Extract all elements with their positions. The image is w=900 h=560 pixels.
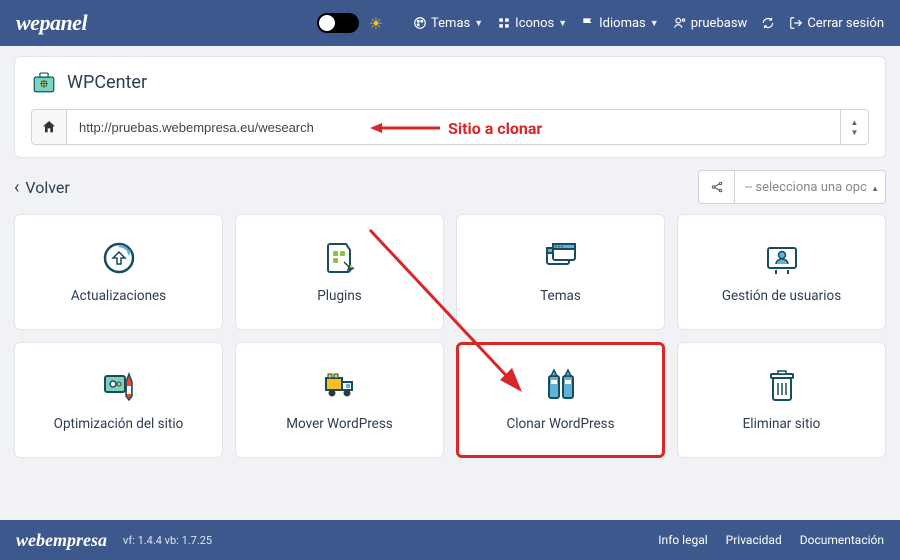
users-icon — [762, 238, 802, 278]
nav-icons-label: Iconos — [515, 16, 554, 31]
chevron-down-icon: ▼ — [650, 18, 659, 29]
nav-themes-label: Temas — [431, 16, 470, 31]
refresh-icon — [761, 16, 775, 30]
trash-icon — [762, 366, 802, 406]
back-link[interactable]: ‹ Volver — [14, 177, 70, 198]
nav-user-label: pruebasw — [691, 16, 748, 31]
card-label: Optimización del sitio — [54, 416, 184, 434]
logout-icon — [789, 16, 803, 30]
site-url-dropdown[interactable]: ▲▼ — [841, 109, 869, 145]
user-icon — [673, 16, 687, 30]
footer-docs-link[interactable]: Documentación — [800, 533, 884, 547]
chevron-left-icon: ‹ — [14, 177, 19, 198]
theme-toggle[interactable] — [317, 13, 359, 33]
panel-header: WPCenter — [31, 69, 869, 95]
card-plugins[interactable]: Plugins — [235, 214, 444, 330]
wpcenter-panel: WPCenter ▲▼ — [14, 56, 886, 158]
nav-themes[interactable]: Temas ▼ — [413, 16, 483, 31]
home-button[interactable] — [31, 109, 67, 145]
nav-logout[interactable]: Cerrar sesión — [789, 16, 884, 31]
themes-icon — [541, 238, 581, 278]
home-icon — [41, 119, 57, 135]
card-label: Gestión de usuarios — [722, 288, 841, 306]
card-label: Temas — [540, 288, 581, 306]
plugins-icon — [320, 238, 360, 278]
palette-icon — [413, 16, 427, 30]
back-label: Volver — [25, 178, 69, 197]
chevron-down-icon: ▼ — [474, 18, 483, 29]
panel-title: WPCenter — [67, 72, 147, 93]
action-selector-text: -- selecciona una opc▲▼ — [735, 180, 885, 195]
footer: webempresa vf: 1.4.4 vb: 1.7.25 Info leg… — [0, 520, 900, 560]
action-selector[interactable]: -- selecciona una opc▲▼ — [698, 170, 886, 204]
flag-icon — [581, 16, 595, 30]
nav-refresh[interactable] — [761, 16, 775, 30]
card-themes[interactable]: Temas — [456, 214, 665, 330]
nav-logout-label: Cerrar sesión — [807, 16, 884, 31]
nav-languages[interactable]: Idiomas ▼ — [581, 16, 659, 31]
card-clone-wordpress[interactable]: Clonar WordPress — [456, 342, 665, 458]
card-optimization[interactable]: Optimización del sitio — [14, 342, 223, 458]
footer-privacy-link[interactable]: Privacidad — [726, 533, 782, 547]
card-move-wordpress[interactable]: Mover WordPress — [235, 342, 444, 458]
chevron-down-icon: ▼ — [558, 18, 567, 29]
card-label: Mover WordPress — [286, 416, 393, 434]
topbar: wepanel ☀ Temas ▼ Iconos ▼ Idiomas ▼ prueba… — [0, 0, 900, 46]
footer-brand: webempresa — [16, 530, 107, 551]
card-label: Plugins — [317, 288, 362, 306]
optimization-icon — [99, 366, 139, 406]
brand-logo: wepanel — [16, 10, 87, 36]
chevron-updown-icon: ▲▼ — [871, 184, 879, 195]
nav-icons[interactable]: Iconos ▼ — [497, 16, 567, 31]
truck-icon — [320, 366, 360, 406]
nav-languages-label: Idiomas — [599, 16, 646, 31]
share-icon — [699, 171, 735, 203]
card-label: Eliminar sitio — [743, 416, 821, 434]
grid-icon — [497, 16, 511, 30]
clone-icon — [541, 366, 581, 406]
card-label: Clonar WordPress — [506, 416, 614, 434]
card-updates[interactable]: Actualizaciones — [14, 214, 223, 330]
updates-icon — [99, 238, 139, 278]
card-label: Actualizaciones — [71, 288, 166, 306]
sun-icon: ☀ — [369, 14, 383, 33]
nav-user[interactable]: pruebasw — [673, 16, 748, 31]
url-selector-row: ▲▼ — [31, 109, 869, 145]
toolbox-icon — [31, 69, 57, 95]
footer-legal-link[interactable]: Info legal — [658, 533, 707, 547]
site-url-input[interactable] — [67, 109, 841, 145]
card-delete-site[interactable]: Eliminar sitio — [677, 342, 886, 458]
back-row: ‹ Volver -- selecciona una opc▲▼ — [14, 170, 886, 204]
tools-grid: Actualizaciones Plugins Temas Gestión de… — [0, 214, 900, 458]
card-user-management[interactable]: Gestión de usuarios — [677, 214, 886, 330]
footer-versions: vf: 1.4.4 vb: 1.7.25 — [123, 534, 212, 547]
